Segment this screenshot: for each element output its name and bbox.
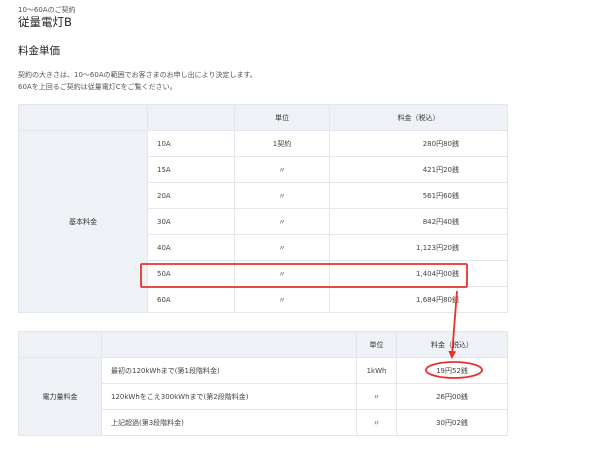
column-header <box>18 104 148 131</box>
table-header-row: 単位 料金（税込） <box>18 104 508 131</box>
contract-note-line-2: 60Aを上回るご契約は従量電灯Cをご覧ください。 <box>18 83 177 91</box>
price-cell: 1,123円20銭 <box>329 234 508 261</box>
unit-cell: 〃 <box>356 409 397 436</box>
price-cell: 19円52銭 <box>396 357 508 384</box>
tier-cell: 120kWhをこえ300kWhまで(第2段階料金) <box>101 383 357 410</box>
plan-title: 従量電灯B <box>18 15 72 29</box>
table-row: 基本料金 10A 1契約 280円80銭 <box>18 130 508 313</box>
column-header <box>101 331 357 358</box>
basic-charge-table: 単位 料金（税込） 基本料金 10A 1契約 280円80銭 15A 〃 421… <box>18 104 508 313</box>
column-header <box>147 104 235 131</box>
unit-cell: 〃 <box>234 260 330 287</box>
ampere-cell: 20A <box>147 182 235 209</box>
unit-cell: 〃 <box>234 286 330 313</box>
price-cell: 842円40銭 <box>329 208 508 235</box>
unit-cell: 1契約 <box>234 130 330 157</box>
price-cell: 30円02銭 <box>396 409 508 436</box>
unit-cell: 〃 <box>234 208 330 235</box>
price-cell: 280円80銭 <box>329 130 508 157</box>
price-cell: 561円60銭 <box>329 182 508 209</box>
column-header <box>18 331 102 358</box>
price-cell: 1,684円80銭 <box>329 286 508 313</box>
unit-cell: 〃 <box>234 156 330 183</box>
ampere-cell: 15A <box>147 156 235 183</box>
unit-cell: 〃 <box>234 234 330 261</box>
column-header-unit: 単位 <box>356 331 397 358</box>
ampere-cell: 40A <box>147 234 235 261</box>
column-header-unit: 単位 <box>234 104 330 131</box>
ampere-cell: 60A <box>147 286 235 313</box>
column-header-price: 料金（税込） <box>329 104 508 131</box>
ampere-cell: 30A <box>147 208 235 235</box>
table-header-row: 単位 料金（税込） <box>18 331 508 358</box>
price-cell: 421円20銭 <box>329 156 508 183</box>
column-header-price: 料金（税込） <box>396 331 508 358</box>
basic-charge-row-label: 基本料金 <box>18 130 148 313</box>
tier-cell: 上記超過(第3段階料金) <box>101 409 357 436</box>
price-cell: 26円00銭 <box>396 383 508 410</box>
unit-cell: 〃 <box>234 182 330 209</box>
section-title: 料金単価 <box>18 45 60 57</box>
ampere-cell: 10A <box>147 130 235 157</box>
ampere-cell: 50A <box>147 260 235 287</box>
unit-cell: 〃 <box>356 383 397 410</box>
contract-note-line-1: 契約の大きさは、10～60Aの範囲でお客さまのお申し出により決定します。 <box>18 71 257 79</box>
energy-charge-row-label: 電力量料金 <box>18 357 102 436</box>
energy-charge-table: 単位 料金（税込） 電力量料金 最初の120kWhまで(第1段階料金) 1kWh… <box>18 331 508 436</box>
price-cell: 1,404円00銭 <box>329 260 508 287</box>
table-row: 電力量料金 最初の120kWhまで(第1段階料金) 1kWh 19円52銭 <box>18 357 508 436</box>
unit-cell: 1kWh <box>356 357 397 384</box>
tier-cell: 最初の120kWhまで(第1段階料金) <box>101 357 357 384</box>
